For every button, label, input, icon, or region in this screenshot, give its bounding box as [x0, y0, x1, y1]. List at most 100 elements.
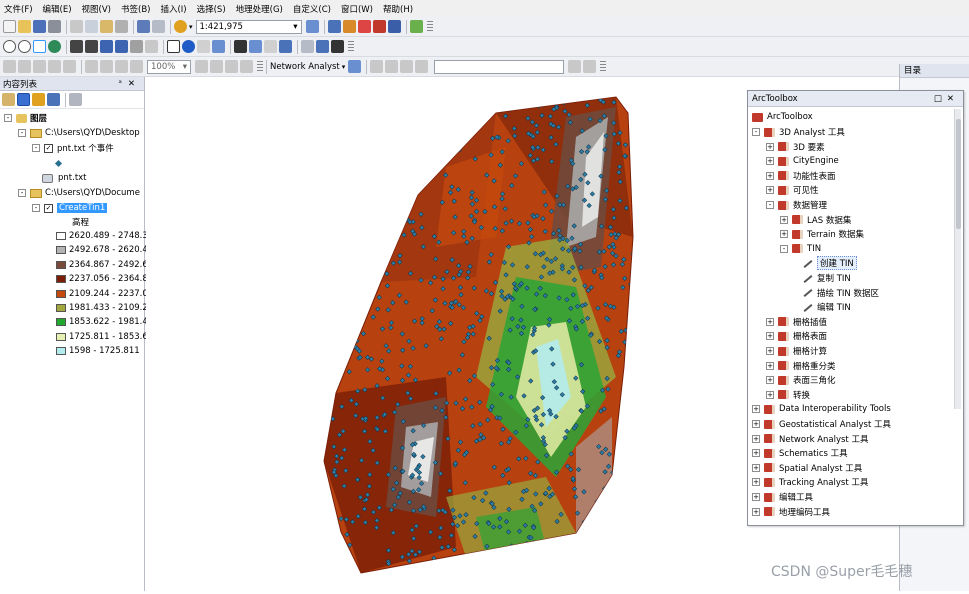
collapse-icon[interactable]: -: [766, 201, 774, 209]
fixed-zoom-in-icon[interactable]: [70, 40, 83, 53]
forward-icon[interactable]: [115, 40, 128, 53]
delete-icon[interactable]: [115, 20, 128, 33]
layout-forward-icon[interactable]: [130, 60, 143, 73]
toolbox-tool-item[interactable]: 编辑 TIN: [802, 300, 851, 314]
legend-entry[interactable]: 2620.489 - 2748.3: [56, 229, 148, 243]
menu-item[interactable]: 地理处理(G): [236, 3, 283, 15]
toc-layer-createtin[interactable]: - ✓ CreateTin1: [32, 201, 108, 215]
layout-zoom-combo[interactable]: 100% ▾: [147, 59, 191, 74]
expand-icon[interactable]: +: [766, 317, 774, 326]
toolbox-toolset-item[interactable]: + CityEngine: [766, 154, 839, 168]
list-by-drawing-order-icon[interactable]: [2, 93, 15, 106]
menu-item[interactable]: 书签(B): [121, 3, 150, 15]
layout-zoom-in-icon[interactable]: [3, 60, 16, 73]
list-by-selection-icon[interactable]: [47, 93, 60, 106]
menu-item[interactable]: 选择(S): [197, 3, 226, 15]
open-folder-icon[interactable]: [18, 20, 31, 33]
toolbox-toolset-item[interactable]: + 功能性表面: [766, 169, 836, 183]
toolbox-toolset-item[interactable]: + 转换: [766, 388, 810, 402]
go-to-xy-icon[interactable]: [264, 40, 277, 53]
cut-icon[interactable]: [70, 20, 83, 33]
menu-item[interactable]: 插入(I): [160, 3, 186, 15]
legend-entry[interactable]: 2492.678 - 2620.4: [56, 243, 148, 257]
toolbox-toolset-item[interactable]: + LAS 数据集: [780, 213, 851, 227]
expand-icon[interactable]: +: [766, 142, 774, 151]
redo-icon[interactable]: [152, 20, 165, 33]
layout-pan-icon[interactable]: [33, 60, 46, 73]
viewer-window-icon[interactable]: [301, 40, 314, 53]
toolbox-scrollbar[interactable]: [954, 109, 961, 409]
time-slider-icon[interactable]: [279, 40, 292, 53]
legend-entry[interactable]: 2364.867 - 2492.6: [56, 258, 148, 272]
layout-back-icon[interactable]: [115, 60, 128, 73]
point-symbol[interactable]: [54, 156, 63, 170]
expand-icon[interactable]: +: [752, 449, 760, 458]
close-icon[interactable]: ✕: [947, 94, 959, 104]
toggle-draft-icon[interactable]: [195, 60, 208, 73]
close-icon[interactable]: ✕: [128, 79, 141, 89]
expand-icon[interactable]: +: [766, 171, 774, 180]
toolbox-toolset-item[interactable]: - 数据管理: [766, 198, 827, 212]
create-viewer-icon[interactable]: [316, 40, 329, 53]
new-document-icon[interactable]: [3, 20, 16, 33]
identify-icon[interactable]: [182, 40, 195, 53]
menu-item[interactable]: 帮助(H): [383, 3, 413, 15]
expand-icon[interactable]: +: [766, 157, 774, 166]
expand-icon[interactable]: +: [752, 463, 760, 472]
layout-fixed-zoom-in-icon[interactable]: [85, 60, 98, 73]
legend-entry[interactable]: 1725.811 - 1853.6: [56, 330, 148, 344]
legend-entry[interactable]: 1853.622 - 1981.4: [56, 315, 148, 329]
catalog-icon[interactable]: [342, 20, 356, 33]
toc-layers-root[interactable]: - 图层: [4, 111, 47, 125]
toolbox-toolset-item[interactable]: + 栅格表面: [766, 329, 827, 343]
expand-icon[interactable]: +: [766, 332, 774, 341]
toolbox-toolset-item[interactable]: + Network Analyst 工具: [752, 432, 868, 446]
toolbox-toolset-item[interactable]: + 栅格插值: [766, 315, 827, 329]
build-network-icon[interactable]: [568, 60, 582, 73]
network-analyst-menu[interactable]: Network Analyst: [270, 62, 340, 72]
expand-icon[interactable]: +: [752, 405, 760, 414]
select-move-location-icon[interactable]: [385, 60, 399, 73]
collapse-icon[interactable]: -: [752, 128, 760, 136]
data-driven-pages-icon[interactable]: [240, 60, 253, 73]
toc-table-pnt[interactable]: pnt.txt: [42, 171, 87, 185]
search-window-icon[interactable]: [357, 20, 371, 33]
menu-item[interactable]: 视图(V): [82, 3, 111, 15]
python-window-icon[interactable]: [387, 20, 401, 33]
expand-icon[interactable]: +: [766, 390, 774, 399]
menu-item[interactable]: 编辑(E): [43, 3, 72, 15]
expand-icon[interactable]: +: [752, 493, 760, 501]
expand-icon[interactable]: +: [766, 347, 774, 355]
swipe-icon[interactable]: [331, 40, 344, 53]
toolbox-toolset-item[interactable]: + 栅格重分类: [766, 359, 836, 373]
paste-icon[interactable]: [100, 20, 113, 33]
table-of-contents-icon[interactable]: [327, 20, 341, 33]
network-identify-icon[interactable]: [583, 60, 597, 73]
add-data-icon[interactable]: [174, 20, 187, 33]
focus-data-frame-icon[interactable]: [210, 60, 223, 73]
list-by-source-icon[interactable]: [17, 93, 30, 106]
toolbox-toolset-item[interactable]: + 编辑工具: [752, 490, 813, 504]
model-builder-icon[interactable]: [409, 20, 423, 33]
toolbox-toolset-item[interactable]: +3D 要素: [766, 140, 825, 154]
toolbox-toolset-item[interactable]: + Data Interoperability Tools: [752, 402, 891, 416]
toolbox-toolset-item[interactable]: + 栅格计算: [766, 344, 827, 358]
network-analyst-window-icon[interactable]: [348, 60, 362, 73]
toc-options-icon[interactable]: [69, 93, 82, 106]
toolbox-toolset-item[interactable]: + Schematics 工具: [752, 446, 848, 460]
layer-visibility-checkbox[interactable]: ✓: [44, 143, 53, 153]
expand-icon[interactable]: +: [780, 230, 788, 239]
select-features-icon[interactable]: [130, 40, 143, 53]
toolbox-toolset-item[interactable]: + 表面三角化: [766, 373, 836, 387]
editor-icon[interactable]: [305, 20, 319, 33]
toc-layer-pnt-events[interactable]: - ✓ pnt.txt 个事件: [32, 141, 114, 155]
toolbox-toolset-item[interactable]: + Geostatistical Analyst 工具: [752, 417, 891, 431]
legend-entry[interactable]: 1981.433 - 2109.2: [56, 301, 148, 315]
expand-icon[interactable]: +: [766, 186, 774, 195]
expand-icon[interactable]: +: [766, 361, 774, 370]
undo-icon[interactable]: [137, 20, 150, 33]
arctoolbox-icon[interactable]: [372, 20, 386, 33]
menu-item[interactable]: 文件(F): [4, 3, 33, 15]
pin-icon[interactable]: ᵃ: [119, 79, 128, 89]
zoom-whole-page-icon[interactable]: [48, 60, 61, 73]
